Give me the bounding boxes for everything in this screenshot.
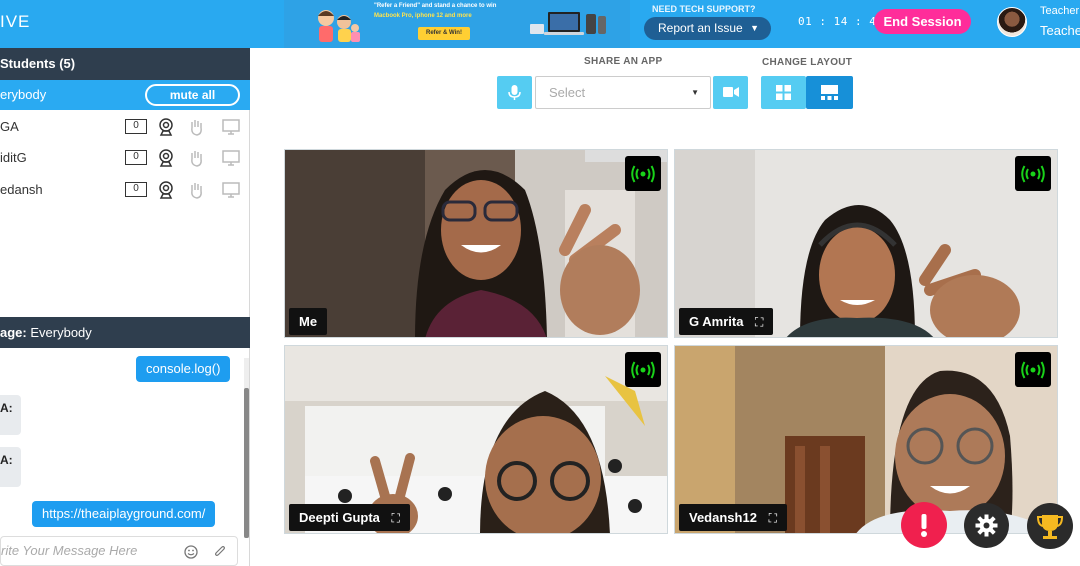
exclamation-icon <box>921 514 927 537</box>
alert-button[interactable] <box>901 502 947 548</box>
chat-message-incoming: A: <box>0 447 21 487</box>
signal-strength-icon <box>1021 165 1045 183</box>
grid-layout-icon <box>776 85 791 100</box>
participant-name-tag: Deepti Gupta ⛶ <box>289 504 410 531</box>
speaker-layout-button[interactable] <box>806 76 853 109</box>
participant-name: Deepti Gupta <box>299 510 380 525</box>
everybody-row[interactable]: erybody mute all <box>0 80 250 110</box>
promo-line-1: "Refer a Friend" and stand a chance to w… <box>374 3 497 9</box>
webcam-icon[interactable] <box>157 181 175 199</box>
settings-button[interactable] <box>964 503 1009 548</box>
session-timer: 01 : 14 : 41 <box>798 15 884 28</box>
student-row[interactable]: iditG 0 <box>0 143 250 173</box>
microphone-button[interactable] <box>497 76 532 109</box>
message-header-target: Everybody <box>30 325 92 340</box>
attachment-icon[interactable] <box>213 545 227 559</box>
promo-line-2: Macbook Pro, iphone 12 and more <box>374 13 472 19</box>
refer-promo-banner[interactable]: "Refer a Friend" and stand a chance to w… <box>284 0 630 48</box>
user-role: Teache <box>1040 23 1080 38</box>
signal-strength-icon <box>631 361 655 379</box>
share-app-select-value: Select <box>549 85 586 100</box>
student-row[interactable]: GA 0 <box>0 112 250 142</box>
webcam-icon[interactable] <box>157 118 175 136</box>
students-header: Students (5) <box>0 48 250 80</box>
student-count-badge: 0 <box>125 119 147 134</box>
end-session-button[interactable]: End Session <box>874 9 971 34</box>
student-count-badge: 0 <box>125 182 147 197</box>
signal-indicator <box>625 352 661 387</box>
camera-button[interactable] <box>713 76 748 109</box>
grid-layout-button[interactable] <box>761 76 806 109</box>
report-issue-label: Report an Issue <box>658 21 743 35</box>
fullscreen-icon[interactable]: ⛶ <box>392 505 400 532</box>
participant-name: G Amrita <box>689 314 744 329</box>
signal-indicator <box>625 156 661 191</box>
signal-strength-icon <box>631 165 655 183</box>
video-camera-icon <box>723 87 739 97</box>
participant-name: Vedansh12 <box>689 510 757 525</box>
student-row[interactable]: edansh 0 <box>0 175 250 205</box>
chat-message-outgoing: console.log() <box>136 356 231 382</box>
leaderboard-button[interactable] <box>1027 503 1073 549</box>
kids-illustration-icon <box>318 10 360 42</box>
microphone-icon <box>508 85 521 100</box>
message-header-prefix: age: <box>0 325 27 340</box>
student-name: GA <box>0 119 19 134</box>
student-count-badge: 0 <box>125 150 147 165</box>
mute-all-button[interactable]: mute all <box>145 84 240 106</box>
video-feed <box>285 150 667 337</box>
webcam-icon[interactable] <box>157 149 175 167</box>
screen-share-icon[interactable] <box>222 118 240 136</box>
raise-hand-icon[interactable] <box>187 149 205 167</box>
share-app-label: SHARE AN APP <box>584 56 663 67</box>
video-tile-me[interactable]: Me <box>284 149 668 338</box>
chat-scrollbar-thumb[interactable] <box>244 388 249 538</box>
signal-strength-icon <box>1021 361 1045 379</box>
speaker-layout-icon <box>821 85 838 100</box>
screen-share-icon[interactable] <box>222 149 240 167</box>
signal-indicator <box>1015 352 1051 387</box>
report-issue-button[interactable]: Report an Issue ▼ <box>644 17 771 40</box>
participant-name-tag: Me <box>289 308 328 335</box>
chat-message-incoming: A: <box>0 395 21 435</box>
emoji-icon[interactable] <box>184 545 198 559</box>
video-tile-participant[interactable]: Deepti Gupta ⛶ <box>284 345 668 534</box>
share-app-select[interactable]: Select ▼ <box>535 76 711 109</box>
chat-message-outgoing: https://theaiplayground.com/ <box>32 501 216 527</box>
participant-name-tag: Vedansh12 ⛶ <box>679 504 787 531</box>
fullscreen-icon[interactable]: ⛶ <box>755 309 763 336</box>
left-panel: Students (5) erybody mute all GA 0 iditG… <box>0 48 250 566</box>
student-name: edansh <box>0 182 43 197</box>
fullscreen-icon[interactable]: ⛶ <box>769 505 777 532</box>
message-input-placeholder: rite Your Message Here <box>1 543 138 558</box>
signal-indicator <box>1015 156 1051 191</box>
trophy-icon <box>1036 515 1064 539</box>
user-avatar[interactable] <box>997 7 1027 37</box>
everybody-label: erybody <box>0 87 47 102</box>
user-name: Teacher <box>1040 5 1080 17</box>
change-layout-label: CHANGE LAYOUT <box>762 57 853 68</box>
caret-down-icon: ▼ <box>750 23 759 33</box>
devices-illustration-icon <box>530 12 606 35</box>
gear-icon <box>975 514 998 537</box>
chat-sender: A: <box>0 453 13 467</box>
brand-logo: IVE <box>0 12 31 31</box>
video-tile-participant[interactable]: G Amrita ⛶ <box>674 149 1058 338</box>
chat-log: console.log() A: A: https://theaiplaygro… <box>0 348 245 538</box>
participant-name-tag: G Amrita ⛶ <box>679 308 774 336</box>
participant-name: Me <box>299 314 318 329</box>
message-target-header[interactable]: age: Everybody <box>0 317 250 348</box>
top-bar: IVE "Refer a Friend" and stand a chance … <box>0 0 1080 48</box>
tech-support: NEED TECH SUPPORT? Report an Issue ▼ <box>640 0 780 48</box>
raise-hand-icon[interactable] <box>187 118 205 136</box>
chat-sender: A: <box>0 401 13 415</box>
caret-down-icon: ▼ <box>691 88 699 97</box>
refer-win-button[interactable]: Refer & Win! <box>418 27 470 40</box>
screen-share-icon[interactable] <box>222 181 240 199</box>
raise-hand-icon[interactable] <box>187 181 205 199</box>
message-input[interactable]: rite Your Message Here <box>0 536 238 566</box>
tech-support-label: NEED TECH SUPPORT? <box>652 4 756 14</box>
student-name: iditG <box>0 150 27 165</box>
